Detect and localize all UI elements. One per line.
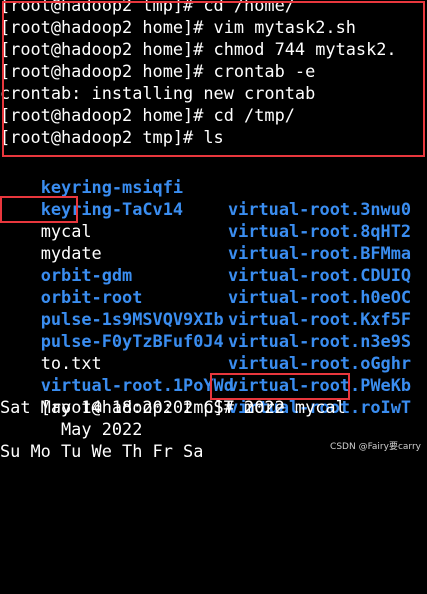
ls-row: pulse-1s9MSVQV9XIb virtual-root.n3e9S [0,286,411,351]
calendar-weekday-header: Su Mo Tu We Th Fr Sa [0,441,204,461]
ls-row: virtual-root.1PoYWd virtual-root.roIwT [0,352,411,417]
highlight-commands-box [2,1,425,157]
calendar-month-header: May 2022 [0,419,143,439]
ls-entry-directory: virtual-root.h0eOC [228,287,412,307]
highlight-mycal-box [0,196,78,223]
ls-entry-directory: virtual-root.oGghr [228,353,412,373]
ls-row: keyring-msiqfi virtual-root.3nwu0 [0,154,411,219]
ls-row: orbit-gdm virtual-root.h0eOC [0,242,411,307]
watermark: CSDN @Fairy要carry [330,442,421,452]
ls-entry-directory: virtual-root.n3e9S [228,331,412,351]
ls-entry-directory: virtual-root.3nwu0 [228,199,412,219]
ls-row: pulse-F0yTzBFuf0J4 virtual-root.oGghr [0,308,411,373]
ls-row: to.txt virtual-root.PWeKb [0,330,411,395]
ls-row: mydate virtual-root.CDUIQ [0,220,411,285]
highlight-more-command-box [210,373,350,400]
ls-row: orbit-root virtual-root.Kxf5F [0,264,411,329]
ls-entry-directory: virtual-root.8qHT2 [228,221,412,241]
ls-entry-directory: virtual-root.BFMma [228,243,412,263]
ls-row: keyring-TaCv14 virtual-root.8qHT2 [0,176,411,241]
ls-entry-directory: virtual-root.CDUIQ [228,265,412,285]
ls-entry-directory: virtual-root.Kxf5F [228,309,412,329]
